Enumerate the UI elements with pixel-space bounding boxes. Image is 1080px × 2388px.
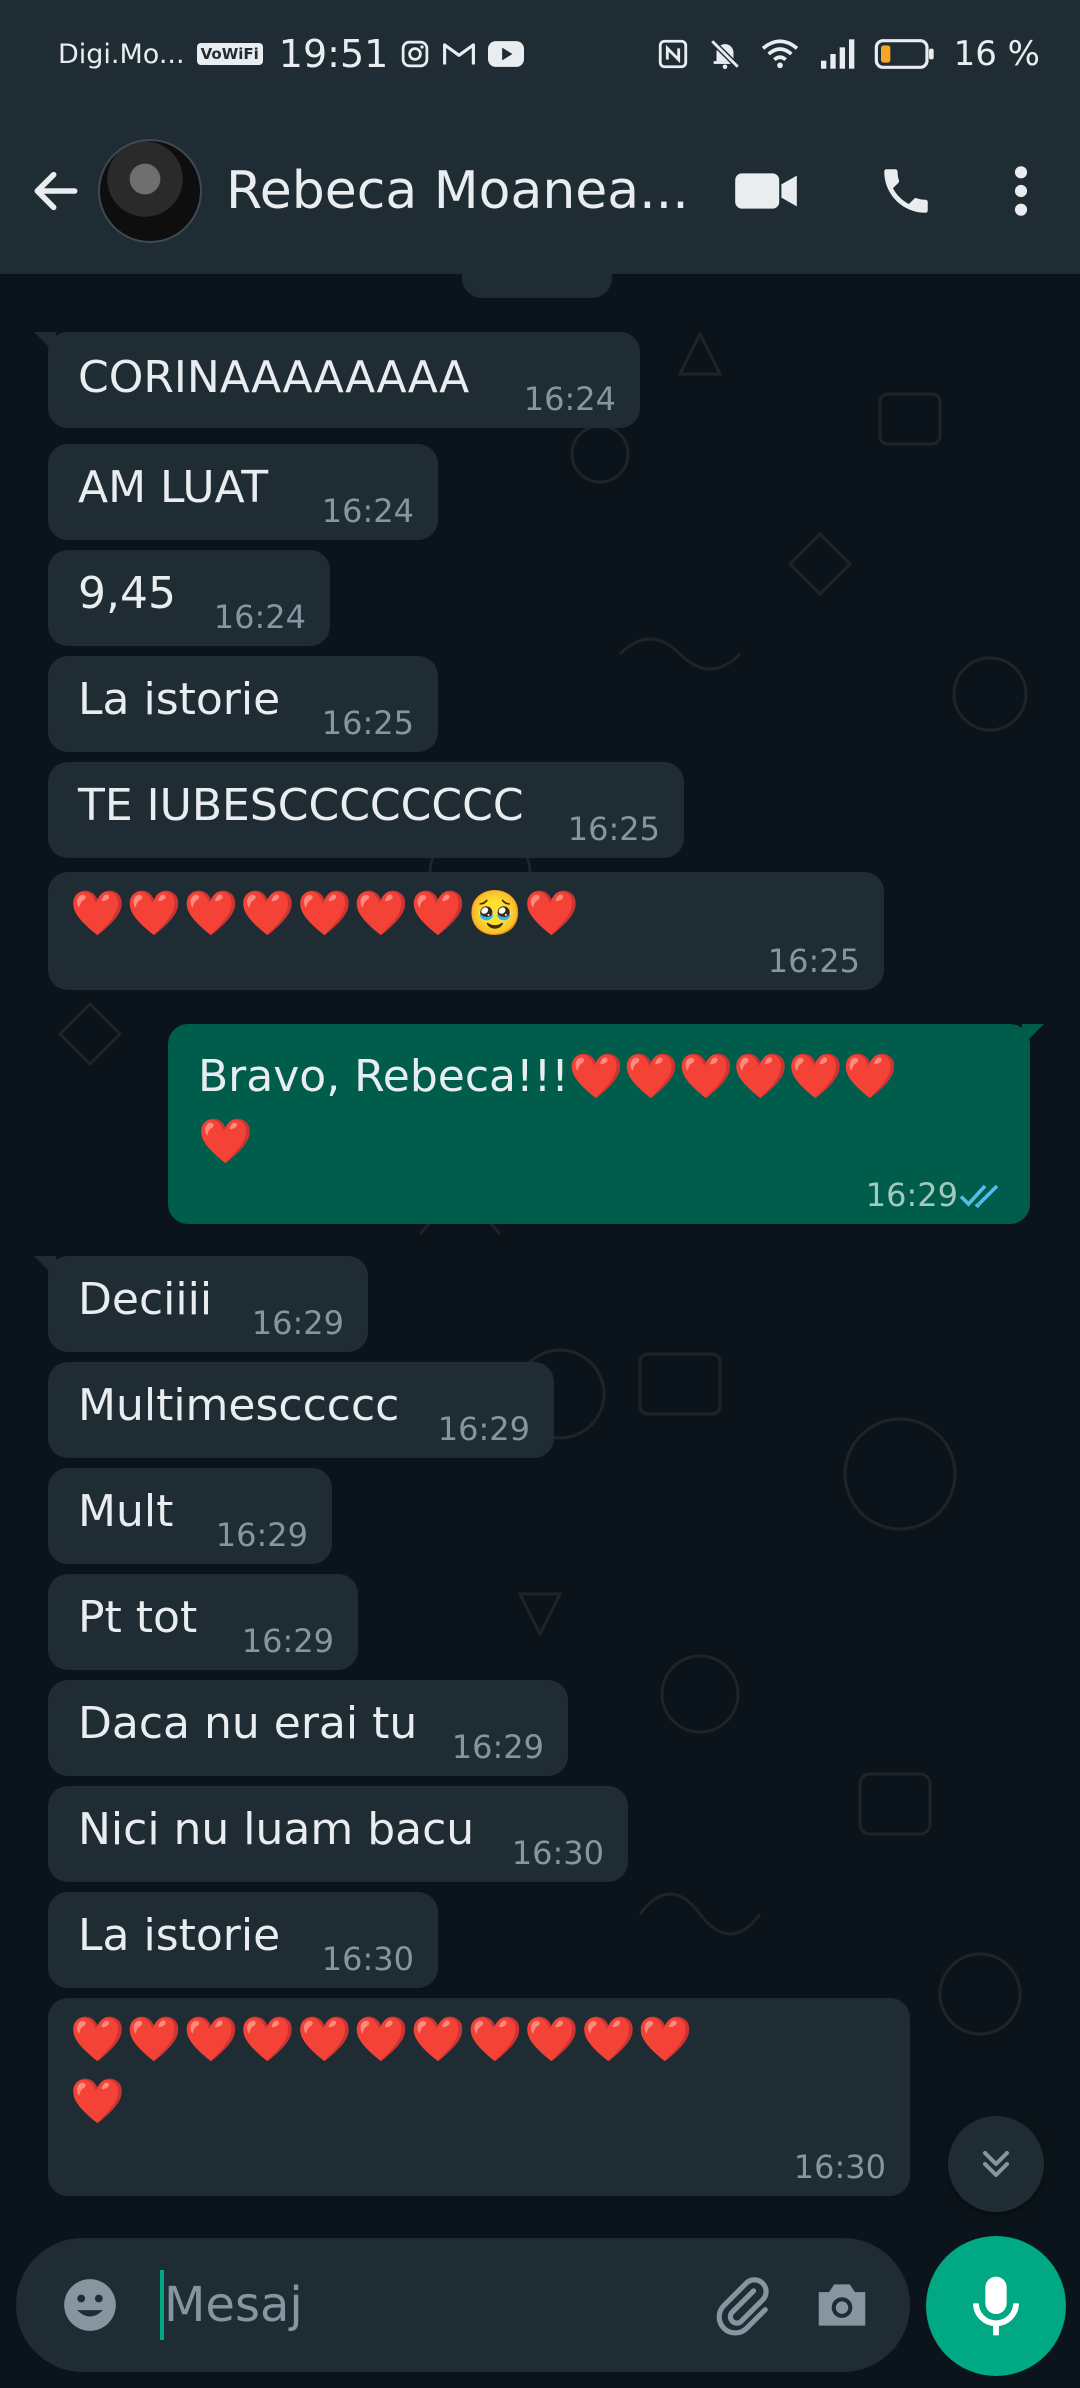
message-text: ❤️❤️❤️❤️❤️❤️❤️❤️❤️❤️❤️	[70, 2014, 695, 2065]
message-bubble-incoming[interactable]: Mult 16:29	[48, 1468, 332, 1564]
message-time: 16:24	[321, 492, 414, 530]
video-call-icon	[735, 173, 797, 209]
message-input[interactable]	[164, 2277, 544, 2333]
gmail-icon	[442, 40, 476, 68]
message-time: 16:30	[793, 2148, 886, 2186]
message-bubble-incoming[interactable]: AM LUAT 16:24	[48, 444, 438, 540]
message-bubble-incoming[interactable]: 9,45 16:24	[48, 550, 330, 646]
attach-button[interactable]	[692, 2255, 792, 2355]
partial-message-bubble	[462, 274, 612, 298]
signal-icon	[818, 38, 856, 70]
message-list[interactable]: CORINAAAAAAAA 16:24 AM LUAT 16:24 9,45 1…	[0, 274, 1080, 2234]
message-text: ❤️	[198, 1116, 255, 1167]
voice-message-button[interactable]	[926, 2236, 1066, 2376]
back-arrow-icon	[34, 171, 78, 211]
message-bubble-incoming[interactable]: ❤️❤️❤️❤️❤️❤️❤️❤️❤️❤️❤️ ❤️ 16:30	[48, 1998, 910, 2196]
battery-percent: 16 %	[953, 34, 1040, 74]
wifi-icon	[760, 37, 800, 71]
attach-icon	[716, 2277, 769, 2336]
message-text: ❤️	[70, 2076, 127, 2127]
back-button[interactable]	[14, 149, 98, 233]
chat-header: Rebeca Moanea...	[0, 108, 1080, 274]
message-bubble-incoming[interactable]: La istorie 16:25	[48, 656, 438, 752]
message-time: 16:29	[215, 1516, 308, 1554]
message-bubble-incoming[interactable]: CORINAAAAAAAA 16:24	[34, 332, 640, 428]
message-bubble-incoming[interactable]: Pt tot 16:29	[48, 1574, 358, 1670]
message-input-wrapper[interactable]	[160, 2265, 692, 2345]
message-time: 16:29	[241, 1622, 334, 1660]
scroll-to-bottom-button[interactable]	[948, 2116, 1044, 2212]
message-bubble-incoming[interactable]: TE IUBESCCCCCCCC 16:25	[48, 762, 684, 858]
read-ticks-icon	[959, 1184, 999, 1209]
message-text: Bravo, Rebeca!!!❤️❤️❤️❤️❤️❤️	[198, 1051, 898, 1102]
message-composer	[16, 2238, 910, 2372]
message-text-line: Bravo, Rebeca!!!❤️❤️❤️❤️❤️❤️	[198, 1046, 1000, 1108]
video-call-button[interactable]	[696, 136, 836, 246]
message-bubble-incoming[interactable]: Nici nu luam bacu 16:30	[48, 1786, 628, 1882]
clock: 19:51	[278, 32, 389, 76]
message-time: 16:29	[451, 1728, 544, 1766]
message-time: 16:30	[511, 1834, 604, 1872]
message-time: 16:24	[523, 380, 616, 418]
more-vert-icon	[1014, 166, 1028, 216]
scroll-down-icon	[982, 2150, 1010, 2178]
vowifi-badge: VoWiFi	[196, 43, 263, 65]
carrier-name: Digi.Mo...	[58, 38, 185, 70]
contact-name[interactable]: Rebeca Moanea...	[226, 161, 696, 221]
message-bubble-incoming[interactable]: ❤️❤️❤️❤️❤️❤️❤️🥹❤️ 16:25	[48, 872, 884, 990]
battery-icon	[874, 38, 936, 70]
emoji-icon	[64, 2279, 116, 2331]
voice-call-button[interactable]	[836, 136, 976, 246]
avatar[interactable]	[98, 139, 202, 243]
emoji-button[interactable]	[40, 2255, 140, 2355]
message-text-line: ❤️	[198, 1114, 1000, 1170]
camera-button[interactable]	[792, 2255, 892, 2355]
nfc-icon	[656, 37, 690, 71]
camera-icon	[818, 2284, 866, 2326]
message-time: 16:25	[321, 704, 414, 742]
message-bubble-incoming[interactable]: Multimesccccc 16:29	[48, 1362, 554, 1458]
mic-icon	[973, 2276, 1019, 2336]
message-bubble-outgoing[interactable]: Bravo, Rebeca!!!❤️❤️❤️❤️❤️❤️ ❤️ 16:29	[168, 1024, 1044, 1224]
message-time: 16:29	[437, 1410, 530, 1448]
message-time: 16:25	[567, 810, 660, 848]
more-options-button[interactable]	[976, 136, 1066, 246]
message-time: 16:29	[865, 1176, 958, 1214]
message-time: 16:29	[251, 1304, 344, 1342]
message-bubble-incoming[interactable]: Deciiii 16:29	[34, 1256, 368, 1352]
message-bubble-incoming[interactable]: Daca nu erai tu 16:29	[48, 1680, 568, 1776]
message-time: 16:25	[767, 942, 860, 980]
phone-icon	[884, 169, 928, 213]
instagram-icon	[400, 39, 430, 69]
message-bubble-incoming[interactable]: La istorie 16:30	[48, 1892, 438, 1988]
message-text: ❤️❤️❤️❤️❤️❤️❤️🥹❤️	[70, 888, 582, 939]
mute-bell-icon	[708, 37, 742, 71]
message-time: 16:30	[321, 1940, 414, 1978]
message-time: 16:24	[213, 598, 306, 636]
status-bar: Digi.Mo... VoWiFi 19:51 16 %	[0, 0, 1080, 108]
youtube-icon	[488, 41, 525, 67]
